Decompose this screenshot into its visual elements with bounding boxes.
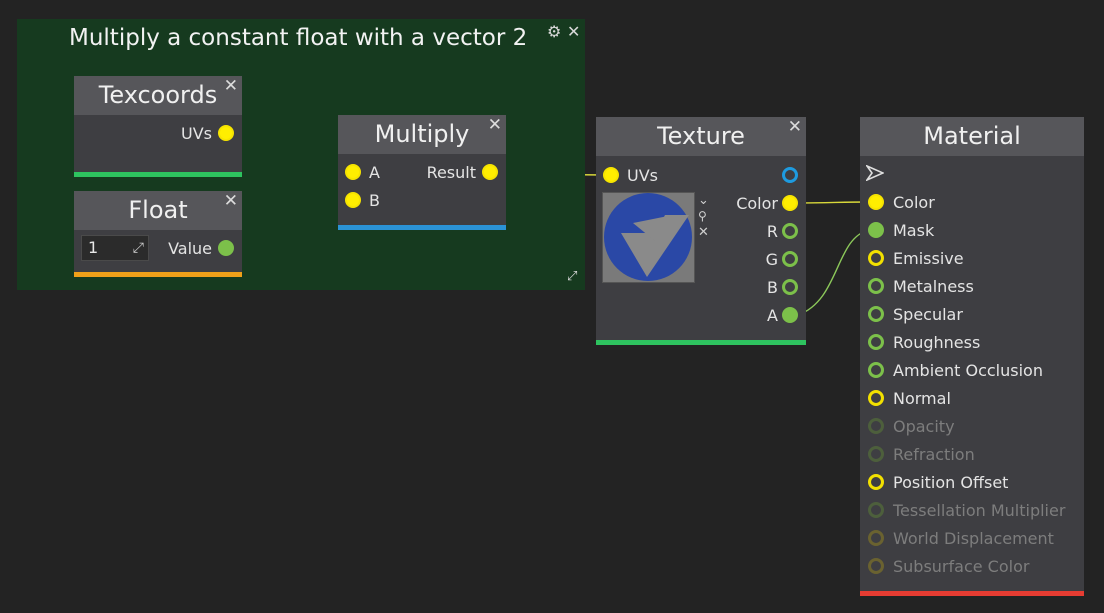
gear-icon[interactable]: ⚙ xyxy=(547,24,561,40)
input-pin-emissive[interactable] xyxy=(868,250,884,266)
input-label: World Displacement xyxy=(893,529,1054,548)
input-pin-ambient-occlusion[interactable] xyxy=(868,362,884,378)
output-pin-r[interactable] xyxy=(782,223,798,239)
output-pin-a[interactable] xyxy=(782,307,798,323)
output-pin-g[interactable] xyxy=(782,251,798,267)
expand-icon[interactable]: ⤢ xyxy=(133,236,144,260)
input-pin-metalness[interactable] xyxy=(868,278,884,294)
comment-title[interactable]: Multiply a constant float with a vector … xyxy=(69,25,527,51)
input-label: Subsurface Color xyxy=(893,557,1030,576)
input-label: Opacity xyxy=(893,417,955,436)
output-label: B xyxy=(767,278,778,297)
input-label: Ambient Occlusion xyxy=(893,361,1043,380)
input-pin-uvs[interactable] xyxy=(603,167,619,183)
node-title: Material xyxy=(860,117,1084,156)
close-icon[interactable]: ✕ xyxy=(698,225,709,240)
input-pin-mask[interactable] xyxy=(868,222,884,238)
input-pin-world-displacement xyxy=(868,530,884,546)
input-pin-roughness[interactable] xyxy=(868,334,884,350)
input-label: Refraction xyxy=(893,445,975,464)
input-label: Specular xyxy=(893,305,963,324)
node-title: Multiply xyxy=(338,115,506,154)
input-pin-normal[interactable] xyxy=(868,390,884,406)
float-value-field[interactable]: 1 ⤢ xyxy=(81,235,149,261)
input-pin-subsurface-color xyxy=(868,558,884,574)
close-icon[interactable]: ✕ xyxy=(567,24,580,40)
input-pin-refraction xyxy=(868,446,884,462)
node-title: Texcoords xyxy=(74,76,242,115)
output-label: A xyxy=(767,306,778,325)
output-pin-object[interactable] xyxy=(782,167,798,183)
input-label: Roughness xyxy=(893,333,981,352)
node-material[interactable]: Material Color Mask Emissive Metalness S… xyxy=(860,117,1084,596)
chevron-down-icon[interactable]: ⌄ xyxy=(698,193,709,208)
input-label: Metalness xyxy=(893,277,974,296)
node-category-bar xyxy=(74,172,242,177)
input-label: Color xyxy=(893,193,935,212)
output-pin-result[interactable] xyxy=(482,164,498,180)
output-label: Value xyxy=(168,239,212,258)
input-label: Emissive xyxy=(893,249,964,268)
input-pin-position-offset[interactable] xyxy=(868,474,884,490)
resize-icon[interactable]: ⤢ xyxy=(567,269,577,285)
input-pin-opacity xyxy=(868,418,884,434)
input-label: Tessellation Multiplier xyxy=(893,501,1066,520)
output-label: Result xyxy=(426,163,476,182)
input-label: UVs xyxy=(627,166,658,185)
node-title: Texture xyxy=(596,117,806,156)
input-pin-specular[interactable] xyxy=(868,306,884,322)
output-pin-color[interactable] xyxy=(782,195,798,211)
node-title: Float xyxy=(74,191,242,230)
node-category-bar xyxy=(860,591,1084,596)
node-category-bar xyxy=(74,272,242,277)
node-texture[interactable]: Texture ✕ UVs ⌄ ⚲ ✕ Color R G B A xyxy=(596,117,806,345)
node-category-bar xyxy=(338,225,506,230)
input-label: Mask xyxy=(893,221,935,240)
input-label: Normal xyxy=(893,389,951,408)
input-label: Position Offset xyxy=(893,473,1009,492)
node-texcoords[interactable]: Texcoords ✕ UVs xyxy=(74,76,242,177)
input-label: B xyxy=(369,191,380,210)
wire-a-to-mask xyxy=(797,229,870,316)
node-multiply[interactable]: Multiply ✕ A B Result xyxy=(338,115,506,230)
float-value: 1 xyxy=(88,238,99,257)
close-icon[interactable]: ✕ xyxy=(788,119,802,136)
output-pin-b[interactable] xyxy=(782,279,798,295)
search-icon[interactable]: ⚲ xyxy=(698,209,707,223)
output-pin-value[interactable] xyxy=(218,240,234,256)
output-pin-uvs[interactable] xyxy=(218,125,234,141)
output-label: R xyxy=(766,222,778,241)
input-label: A xyxy=(369,163,380,182)
output-label: UVs xyxy=(181,124,212,143)
input-pin-tessellation-multiplier xyxy=(868,502,884,518)
wire-color-to-color xyxy=(797,201,870,204)
close-icon[interactable]: ✕ xyxy=(224,78,238,95)
close-icon[interactable]: ✕ xyxy=(224,193,238,210)
input-pin-a[interactable] xyxy=(345,164,361,180)
texture-preview[interactable] xyxy=(602,192,695,283)
node-category-bar xyxy=(596,340,806,345)
input-pin-b[interactable] xyxy=(345,192,361,208)
node-float[interactable]: Float ✕ 1 ⤢ Value xyxy=(74,191,242,277)
close-icon[interactable]: ✕ xyxy=(488,117,502,134)
input-pin-color[interactable] xyxy=(868,194,884,210)
texture-image xyxy=(604,193,692,281)
play-arrow-icon[interactable] xyxy=(866,165,884,181)
output-label: G xyxy=(765,250,778,269)
output-label: Color xyxy=(736,194,778,213)
